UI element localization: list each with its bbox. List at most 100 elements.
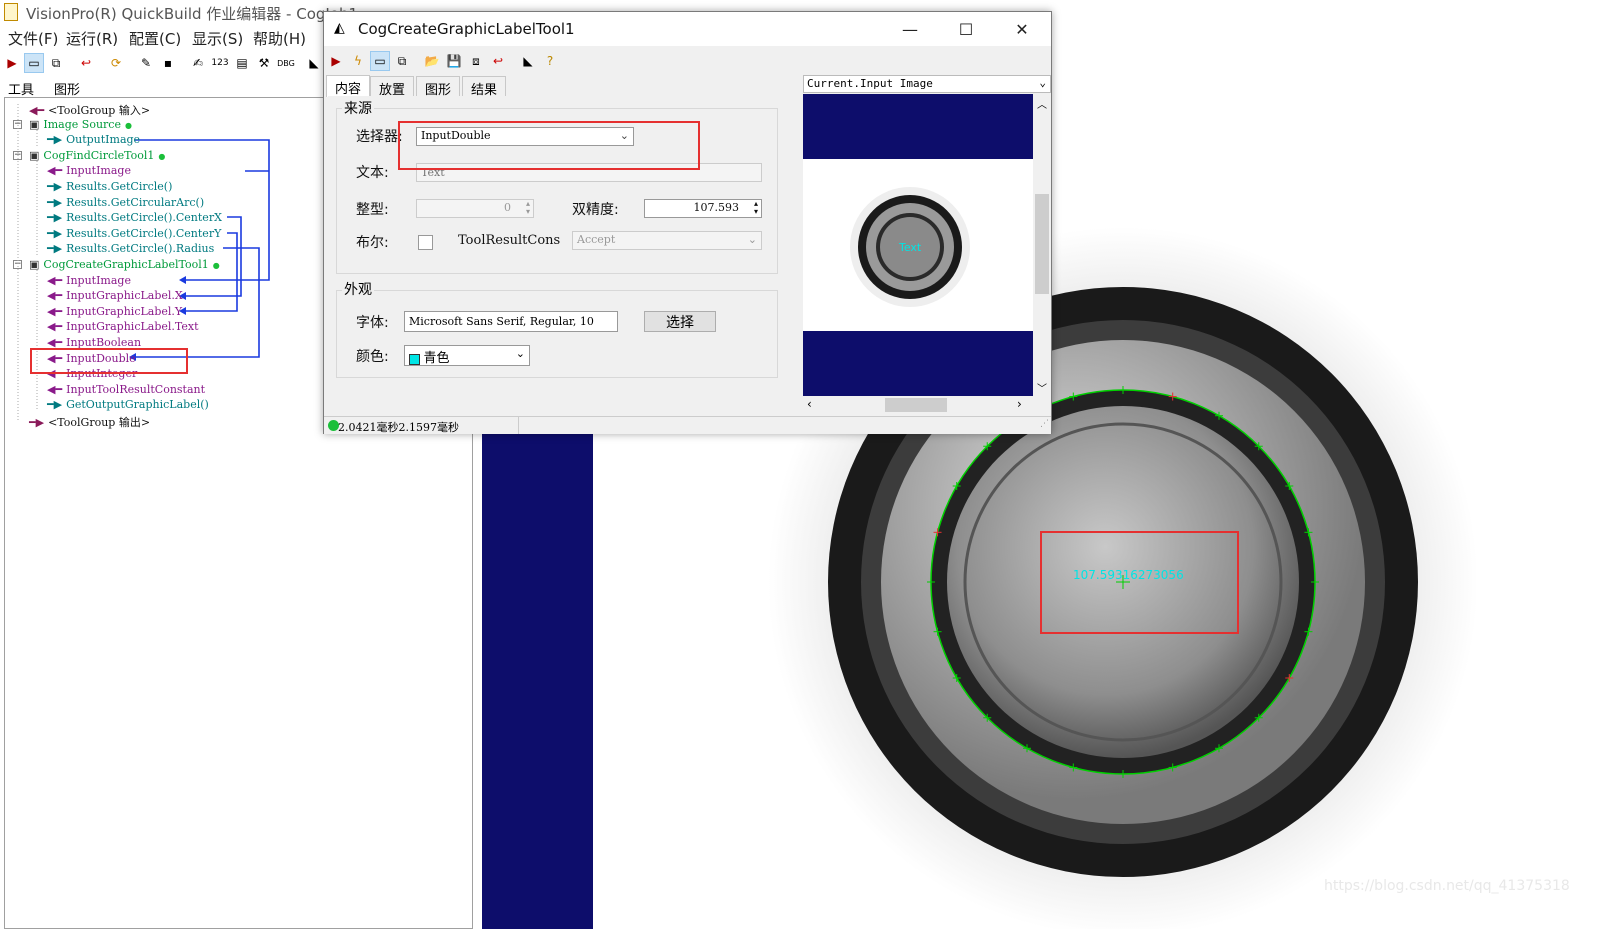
status-timing: 2.0421毫秒2.1597毫秒: [338, 421, 459, 434]
status-dot-icon: ●: [124, 120, 132, 130]
preview-top-band: [803, 94, 1033, 159]
tree-item[interactable]: ◀━ InputGraphicLabel.Text: [47, 320, 199, 333]
double-label: 双精度:: [572, 202, 619, 218]
tree-item-label: OutputImage: [66, 133, 141, 147]
input-arrow-icon: ━▶: [29, 416, 45, 429]
menu-run[interactable]: 运行(R): [66, 28, 118, 49]
tab-content[interactable]: 内容: [326, 75, 371, 97]
color-swatch: [409, 353, 420, 365]
font-label: 字体:: [356, 315, 389, 331]
wand-icon[interactable]: ✎: [136, 53, 156, 73]
maximize-button[interactable]: ☐: [938, 12, 994, 46]
integer-stepper[interactable]: 0 ▴ ▾: [416, 199, 534, 218]
scroll-thumb[interactable]: [885, 398, 947, 412]
run-icon[interactable]: ▶: [2, 53, 22, 73]
choose-font-button[interactable]: 选择: [644, 311, 716, 332]
status-divider: [518, 417, 519, 434]
tree-item-label: Image Source: [43, 117, 121, 131]
notes-icon[interactable]: ✍: [188, 53, 208, 73]
numeric-icon[interactable]: 123: [210, 53, 230, 73]
tree-item-label: CogCreateGraphicLabelTool1: [43, 258, 209, 271]
preview-image-selector[interactable]: Current.Input Image ⌄: [803, 75, 1051, 93]
double-stepper[interactable]: 107.593 ▴ ▾: [644, 199, 762, 218]
reset-icon[interactable]: ↩: [76, 53, 96, 73]
reset-icon[interactable]: ↩: [488, 51, 508, 71]
preview-horizontal-scrollbar[interactable]: ‹ ›: [803, 396, 1033, 414]
menu-help[interactable]: 帮助(H): [253, 28, 306, 49]
toolresult-dropdown[interactable]: Accept ⌄: [572, 231, 762, 250]
tree-item[interactable]: ◀━ InputImage: [47, 164, 131, 177]
preview-vertical-scrollbar[interactable]: ︿ ﹀: [1033, 94, 1051, 396]
main-window-title: VisionPro(R) QuickBuild 作业编辑器 - CogJob1: [26, 5, 359, 23]
tree-item[interactable]: ━▶ GetOutputGraphicLabel(): [47, 398, 209, 411]
tree-item-label: GetOutputGraphicLabel(): [66, 398, 209, 412]
boolean-checkbox[interactable]: [418, 235, 433, 250]
terminals-icon[interactable]: ⧈: [466, 51, 486, 71]
tree-item[interactable]: ◀━ InputImage: [47, 274, 131, 287]
measure-icon[interactable]: ◣: [518, 51, 538, 71]
refresh-icon[interactable]: ⟳: [106, 53, 126, 73]
input-arrow-icon: ◀━: [47, 273, 63, 287]
tab-results[interactable]: 结果: [462, 76, 507, 98]
appearance-group: [336, 290, 778, 378]
help-icon[interactable]: ?: [540, 51, 560, 71]
tree-item[interactable]: ◀━ InputToolResultConstant: [47, 383, 205, 396]
tool-icon: ▣: [29, 258, 40, 271]
chevron-left-icon[interactable]: ‹: [807, 397, 812, 411]
tree-item[interactable]: ▣ Image Source ●: [29, 118, 132, 131]
app-icon: [4, 3, 18, 21]
tools-icon[interactable]: ⚒: [254, 53, 274, 73]
scroll-thumb[interactable]: [1035, 194, 1049, 294]
output-arrow-icon: ━▶: [47, 195, 63, 209]
tool-display-icon[interactable]: ▭: [24, 53, 44, 73]
output-arrow-icon: ━▶: [47, 133, 63, 147]
tab-graphics[interactable]: 图形: [54, 79, 80, 98]
chevron-down-icon[interactable]: ﹀: [1037, 380, 1047, 395]
color-dropdown[interactable]: 青色 ⌄: [404, 345, 530, 366]
minimize-button[interactable]: —: [882, 12, 938, 46]
menu-display[interactable]: 显示(S): [192, 28, 243, 49]
lightning-icon[interactable]: ϟ: [348, 51, 368, 71]
menu-file[interactable]: 文件(F): [8, 28, 58, 49]
tree-item[interactable]: ━▶ Results.GetCircularArc(): [47, 196, 204, 209]
font-field[interactable]: Microsoft Sans Serif, Regular, 10: [404, 311, 618, 332]
tree-item[interactable]: ━▶ Results.GetCircle().Radius: [47, 242, 214, 255]
run-icon[interactable]: ▶: [326, 51, 346, 71]
tree-item[interactable]: ━▶ Results.GetCircle(): [47, 180, 172, 193]
status-dot-icon: ●: [158, 151, 166, 161]
tree-item[interactable]: ▣ CogCreateGraphicLabelTool1 ●: [29, 258, 220, 271]
tree-item[interactable]: ━▶ <ToolGroup 输出>: [29, 414, 150, 430]
tree-item[interactable]: ◀━ InputGraphicLabel.Y: [47, 305, 182, 318]
resize-grip-icon[interactable]: ⋰: [1040, 419, 1049, 429]
tree-item[interactable]: ━▶ OutputImage: [47, 133, 140, 146]
chevron-right-icon[interactable]: ›: [1017, 397, 1022, 411]
dialog-toolbar: ▶ ϟ ▭ ⧉ 📂 💾 ⧈ ↩ ◣ ?: [324, 48, 1051, 74]
close-button[interactable]: ✕: [994, 12, 1050, 46]
toolresult-label: ToolResultCons: [458, 233, 561, 248]
tab-placement[interactable]: 放置: [370, 76, 415, 98]
measure-icon[interactable]: ◣: [304, 53, 324, 73]
tab-tools[interactable]: 工具: [8, 79, 34, 98]
tab-graphics[interactable]: 图形: [416, 76, 461, 98]
preview-label: Text: [898, 241, 922, 254]
preview-display[interactable]: Text: [803, 94, 1033, 396]
tree-item[interactable]: ◀━ <ToolGroup 输入>: [29, 102, 150, 118]
display-icon[interactable]: ▭: [370, 51, 390, 71]
debug-icon[interactable]: DBG: [276, 53, 296, 73]
save-icon[interactable]: 💾: [444, 51, 464, 71]
menu-config[interactable]: 配置(C): [129, 28, 181, 49]
tree-item[interactable]: ▣ CogFindCircleTool1 ●: [29, 149, 165, 162]
tree-item[interactable]: ◀━ InputGraphicLabel.X: [47, 289, 183, 302]
form-icon[interactable]: ▤: [232, 53, 252, 73]
tree-item[interactable]: ━▶ Results.GetCircle().CenterX: [47, 211, 222, 224]
open-icon[interactable]: 📂: [422, 51, 442, 71]
highlight-input-double: [30, 348, 188, 374]
tree-item-label: InputImage: [66, 273, 131, 287]
tree-item[interactable]: ━▶ Results.GetCircle().CenterY: [47, 227, 221, 240]
windows-icon[interactable]: ⧉: [392, 51, 412, 71]
output-arrow-icon: ━▶: [47, 211, 63, 225]
windows-icon[interactable]: ⧉: [46, 53, 66, 73]
pointer-icon[interactable]: ▪: [158, 53, 178, 73]
tree-item-label: <ToolGroup 输入>: [48, 104, 151, 117]
chevron-up-icon[interactable]: ︿: [1037, 96, 1047, 111]
